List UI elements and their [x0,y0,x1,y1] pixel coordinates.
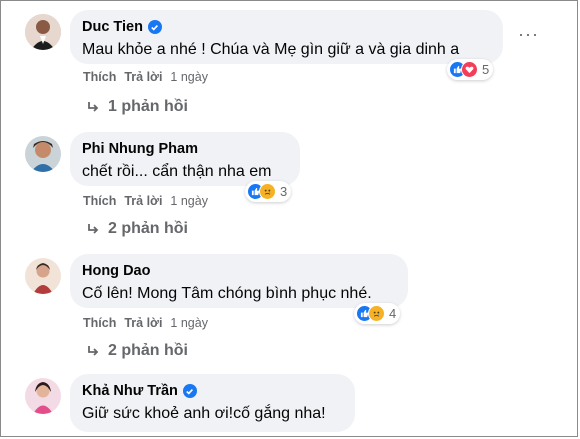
comment-actions: Thích Trả lời 1 ngày [83,316,208,330]
replies-label: 2 phản hồi [108,342,188,359]
comment-text: chết rồi... cẩn thận nha em [82,163,272,180]
view-replies-button[interactable]: 2 phản hồi [86,220,188,238]
reaction-summary[interactable]: 5 [447,59,494,80]
more-options-icon[interactable]: ··· [518,24,539,45]
timestamp[interactable]: 1 ngày [170,194,208,208]
reaction-count: 5 [482,62,490,77]
reply-arrow-icon [88,346,99,356]
replies-label: 1 phản hồi [108,98,188,115]
reaction-summary[interactable]: 3 [245,181,292,202]
comment-text: Cố lên! Mong Tâm chóng bình phục nhé. [82,285,372,302]
verified-badge-icon [182,384,197,398]
reply-button[interactable]: Trả lời [124,70,162,84]
reply-button[interactable]: Trả lời [124,194,162,208]
like-button[interactable]: Thích [83,70,116,84]
replies-label: 2 phản hồi [108,220,188,237]
avatar[interactable] [25,258,61,294]
reaction-count: 3 [280,184,288,199]
reaction-count: 4 [389,306,397,321]
avatar[interactable] [25,14,61,50]
author-name[interactable]: Hong Dao [82,262,150,280]
like-button[interactable]: Thích [83,194,116,208]
reaction-summary[interactable]: 4 [354,303,401,324]
reply-arrow-icon [88,102,99,112]
comment-bubble: Hong Dao Cố lên! Mong Tâm chóng bình phụ… [70,254,408,308]
author-name[interactable]: Duc Tien [82,18,143,36]
timestamp[interactable]: 1 ngày [170,316,208,330]
view-replies-button[interactable]: 2 phản hồi [86,342,188,360]
author-name[interactable]: Phi Nhung Pham [82,140,198,158]
comment-bubble: Duc Tien Mau khỏe a nhé ! Chúa và Mẹ gìn… [70,10,503,64]
avatar[interactable] [25,378,61,414]
sad-icon [259,183,276,200]
comment-bubble: Khả Như Trần Giữ sức khoẻ anh ơi!cố gắng… [70,374,355,432]
like-button[interactable]: Thích [83,316,116,330]
comment-text: Giữ sức khoẻ anh ơi!cố gắng nha! [82,405,326,422]
reply-arrow-icon [88,224,99,234]
view-replies-button[interactable]: 1 phản hồi [86,98,188,116]
verified-badge-icon [147,20,162,34]
avatar[interactable] [25,136,61,172]
author-name[interactable]: Khả Như Trần [82,382,178,400]
comment-text: Mau khỏe a nhé ! Chúa và Mẹ gìn giữ a và… [82,41,460,58]
love-icon [461,61,478,78]
comment-actions: Thích Trả lời 1 ngày [83,194,208,208]
timestamp[interactable]: 1 ngày [170,70,208,84]
reply-button[interactable]: Trả lời [124,316,162,330]
comment-bubble: Phi Nhung Pham chết rồi... cẩn thận nha … [70,132,300,186]
comment-actions: Thích Trả lời 1 ngày [83,70,208,84]
sad-icon [368,305,385,322]
